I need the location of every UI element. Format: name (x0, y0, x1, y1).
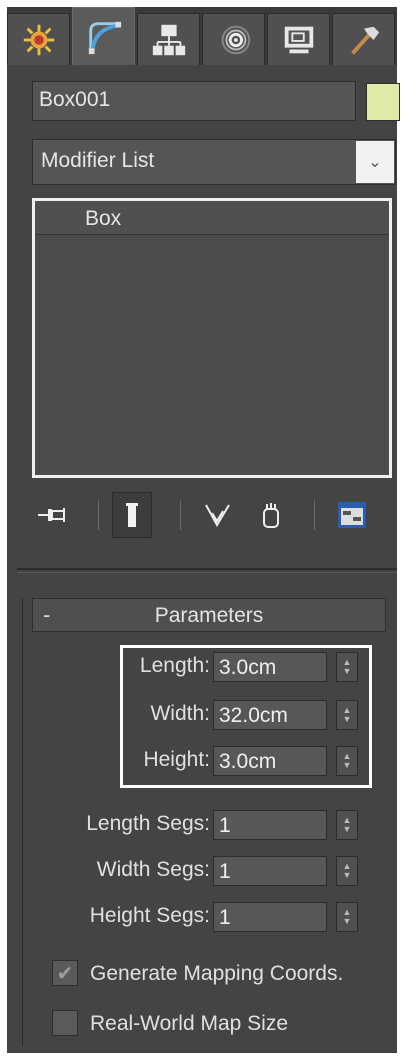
stack-item-box[interactable]: Box (35, 201, 389, 235)
rollout-title: Parameters (154, 604, 264, 627)
object-name-field[interactable]: Box001 (32, 81, 356, 121)
width-label-row: Width: (100, 700, 210, 730)
tab-hierarchy[interactable] (137, 13, 200, 65)
create-tab-icon (23, 24, 54, 55)
toolbar-divider (314, 500, 315, 530)
toolbar-divider (98, 500, 99, 530)
panel-divider-highlight (17, 572, 397, 573)
height-field[interactable]: 3.0cm (213, 746, 327, 776)
length-label-row: Length: (100, 652, 210, 682)
hierarchy-tab-icon (152, 24, 185, 55)
stack-toolbar (32, 492, 392, 538)
width-field[interactable]: 32.0cm (213, 700, 327, 730)
real-world-map-size-checkbox[interactable] (52, 1010, 78, 1036)
height-segs-label-row: Height Segs: (40, 902, 210, 932)
command-panel-tabs (7, 7, 397, 65)
height-label-row: Height: (100, 746, 210, 776)
height-segs-label: Height Segs: (89, 904, 210, 927)
width-label: Width: (150, 702, 210, 725)
tab-display[interactable] (267, 13, 330, 65)
length-label: Length: (139, 654, 210, 677)
length-segs-field[interactable]: 1 (213, 810, 327, 840)
width-segs-field[interactable]: 1 (213, 856, 327, 886)
generate-mapping-checkbox[interactable]: ✔ (52, 960, 78, 986)
make-unique-icon[interactable] (200, 492, 236, 538)
width-spinner[interactable]: ▲ ▼ (336, 700, 358, 730)
object-color-swatch[interactable] (366, 83, 400, 121)
configure-modifier-sets-icon[interactable] (332, 492, 372, 538)
real-world-map-size-label: Real-World Map Size (90, 1012, 289, 1035)
length-field[interactable]: 3.0cm (213, 652, 327, 682)
utilities-tab-icon (350, 26, 379, 55)
tab-motion[interactable] (202, 13, 265, 65)
pin-stack-icon[interactable] (32, 492, 74, 538)
length-segs-label: Length Segs: (86, 812, 210, 835)
width-segs-label-row: Width Segs: (40, 856, 210, 886)
length-spinner[interactable]: ▲ ▼ (336, 652, 358, 682)
height-segs-spinner[interactable]: ▲ ▼ (336, 902, 358, 932)
chevron-down-icon[interactable]: ⌄ (356, 141, 394, 183)
modifier-list-dropdown[interactable]: Modifier List ⌄ (32, 139, 396, 185)
modifier-list-label: Modifier List (41, 149, 155, 172)
parameters-rollout-header[interactable]: - Parameters (32, 598, 386, 632)
tab-modify[interactable] (72, 7, 135, 65)
remove-modifier-icon[interactable] (256, 492, 286, 538)
panel-divider (17, 568, 397, 570)
width-segs-label: Width Segs: (96, 858, 210, 881)
width-segs-spinner[interactable]: ▲ ▼ (336, 856, 358, 886)
modify-tab-icon (88, 21, 121, 54)
show-end-result-icon[interactable] (112, 492, 152, 538)
motion-tab-icon (221, 25, 250, 54)
tab-utilities[interactable] (332, 13, 395, 65)
toolbar-divider (180, 500, 181, 530)
length-segs-spinner[interactable]: ▲ ▼ (336, 810, 358, 840)
display-tab-icon (284, 26, 313, 53)
height-spinner[interactable]: ▲ ▼ (336, 746, 358, 776)
modifier-stack[interactable]: Box (32, 198, 392, 478)
height-segs-field[interactable]: 1 (213, 902, 327, 932)
tab-create[interactable] (7, 13, 70, 65)
height-label: Height: (143, 748, 210, 771)
generate-mapping-label: Generate Mapping Coords. (90, 962, 344, 985)
length-segs-label-row: Length Segs: (40, 810, 210, 840)
